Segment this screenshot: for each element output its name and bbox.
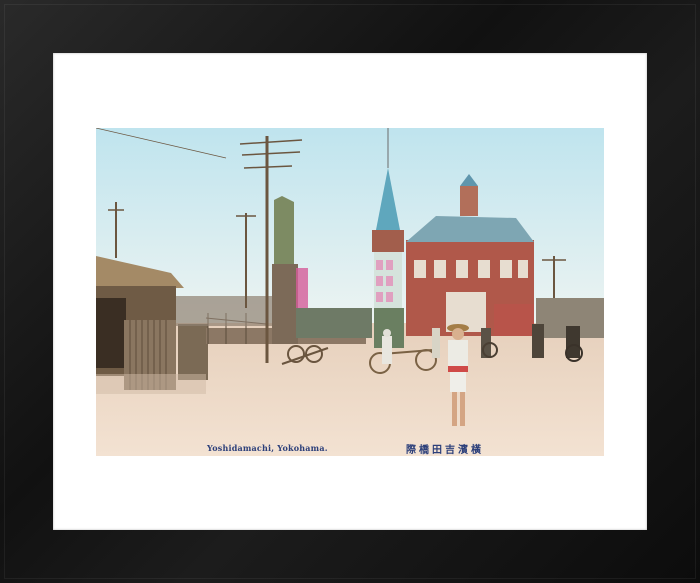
- photograph: [96, 128, 604, 456]
- english-caption: Yoshidamachi, Yokohama.: [207, 443, 328, 453]
- japanese-caption: 際橋田吉濱橫: [406, 445, 484, 456]
- road-shadow: [96, 374, 206, 394]
- street-scene: [96, 128, 604, 456]
